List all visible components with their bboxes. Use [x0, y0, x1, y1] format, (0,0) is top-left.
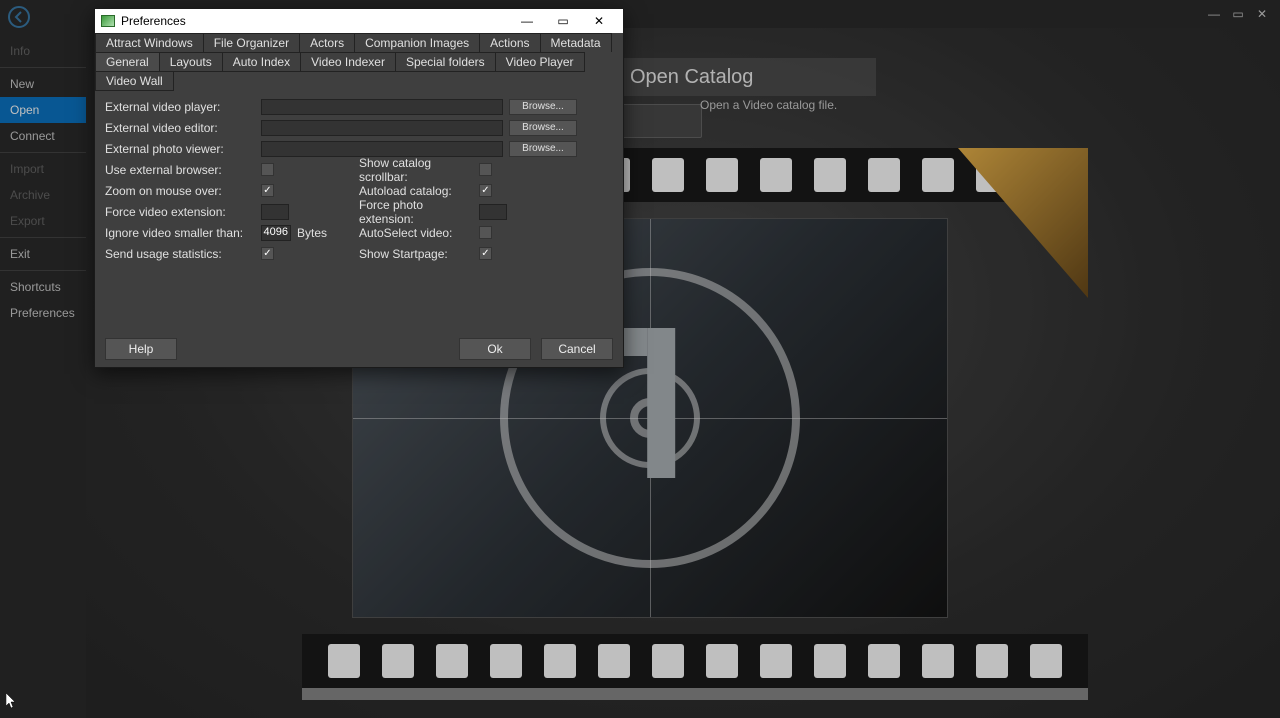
dialog-titlebar[interactable]: Preferences — ▭ ✕ [95, 9, 623, 33]
label-force-vid-ext: Force video extension: [105, 205, 261, 219]
tab-actors[interactable]: Actors [299, 33, 355, 53]
label-ignore-smaller: Ignore video smaller than: [105, 226, 261, 240]
dialog-footer: Help Ok Cancel [95, 331, 623, 367]
app-icon [101, 15, 115, 27]
tabs-row-2: General Layouts Auto Index Video Indexer… [95, 52, 623, 90]
input-ext-photo[interactable] [261, 141, 503, 157]
dialog-close-icon[interactable]: ✕ [581, 9, 617, 33]
label-use-ext-browser: Use external browser: [105, 163, 261, 177]
checkbox-autoselect[interactable] [479, 226, 492, 239]
input-force-vid-ext[interactable] [261, 204, 289, 220]
input-ext-player[interactable] [261, 99, 503, 115]
ok-button[interactable]: Ok [459, 338, 531, 360]
tab-companion-images[interactable]: Companion Images [354, 33, 480, 53]
checkbox-autoload[interactable] [479, 184, 492, 197]
tab-auto-index[interactable]: Auto Index [222, 52, 301, 72]
tab-file-organizer[interactable]: File Organizer [203, 33, 300, 53]
label-show-scrollbar: Show catalog scrollbar: [359, 156, 479, 184]
cancel-button[interactable]: Cancel [541, 338, 613, 360]
prefs-body: External video player: Browse... Externa… [95, 90, 623, 331]
input-force-photo-ext[interactable] [479, 204, 507, 220]
checkbox-show-startpage[interactable] [479, 247, 492, 260]
tab-actions[interactable]: Actions [479, 33, 540, 53]
checkbox-zoom[interactable] [261, 184, 274, 197]
dialog-maximize-icon[interactable]: ▭ [545, 9, 581, 33]
checkbox-use-ext-browser[interactable] [261, 163, 274, 176]
input-ext-editor[interactable] [261, 120, 503, 136]
browse-ext-editor-button[interactable]: Browse... [509, 120, 577, 136]
preferences-dialog: Preferences — ▭ ✕ Attract Windows File O… [94, 8, 624, 368]
label-ext-player: External video player: [105, 100, 261, 114]
tab-layouts[interactable]: Layouts [159, 52, 223, 72]
label-show-startpage: Show Startpage: [359, 247, 479, 261]
tab-video-wall[interactable]: Video Wall [95, 71, 174, 91]
label-ext-photo: External photo viewer: [105, 142, 261, 156]
dialog-title: Preferences [121, 14, 186, 28]
checkbox-send-stats[interactable] [261, 247, 274, 260]
label-autoload: Autoload catalog: [359, 184, 479, 198]
tab-video-player[interactable]: Video Player [495, 52, 585, 72]
label-zoom: Zoom on mouse over: [105, 184, 261, 198]
label-ext-editor: External video editor: [105, 121, 261, 135]
dialog-minimize-icon[interactable]: — [509, 9, 545, 33]
tab-video-indexer[interactable]: Video Indexer [300, 52, 396, 72]
label-bytes: Bytes [297, 226, 327, 240]
help-button[interactable]: Help [105, 338, 177, 360]
tabs-row-1: Attract Windows File Organizer Actors Co… [95, 33, 623, 52]
browse-ext-photo-button[interactable]: Browse... [509, 141, 577, 157]
checkbox-show-scrollbar[interactable] [479, 163, 492, 176]
label-autoselect: AutoSelect video: [359, 226, 479, 240]
tab-general[interactable]: General [95, 52, 160, 72]
tab-special-folders[interactable]: Special folders [395, 52, 496, 72]
label-send-stats: Send usage statistics: [105, 247, 261, 261]
input-ignore-smaller[interactable]: 4096 [261, 225, 291, 241]
tab-attract-windows[interactable]: Attract Windows [95, 33, 204, 53]
browse-ext-player-button[interactable]: Browse... [509, 99, 577, 115]
label-force-photo-ext: Force photo extension: [359, 198, 479, 226]
tab-metadata[interactable]: Metadata [540, 33, 612, 53]
